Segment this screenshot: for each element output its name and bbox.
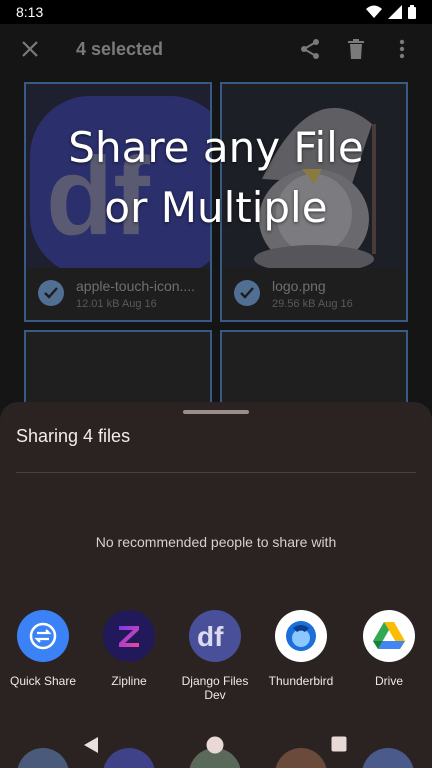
- status-bar: 8:13: [0, 0, 432, 24]
- signal-icon: [388, 5, 402, 19]
- share-target-zipline[interactable]: Zipline: [86, 610, 172, 688]
- quick-share-icon: [17, 610, 69, 662]
- promo-caption-line: Share any File: [68, 123, 364, 172]
- share-icon[interactable]: [296, 35, 324, 63]
- home-icon[interactable]: [206, 736, 224, 759]
- divider: [16, 472, 416, 473]
- recents-icon[interactable]: [331, 736, 347, 757]
- share-target-drive[interactable]: Drive: [346, 610, 432, 688]
- zipline-icon: [103, 610, 155, 662]
- file-info: 29.56 kB Aug 16: [272, 298, 353, 310]
- no-recommendations-text: No recommended people to share with: [95, 534, 337, 550]
- selection-app-bar: 4 selected: [0, 24, 432, 74]
- thunderbird-icon: [275, 610, 327, 662]
- app-label: Quick Share: [9, 674, 77, 688]
- svg-text:df: df: [197, 621, 224, 651]
- file-name: apple-touch-icon....: [76, 278, 196, 294]
- file-meta: logo.png 29.56 kB Aug 16: [222, 268, 406, 320]
- share-target-thunderbird[interactable]: Thunderbird: [258, 610, 344, 688]
- share-sheet: Sharing 4 files No recommended people to…: [0, 402, 432, 768]
- share-target-quick-share[interactable]: Quick Share: [0, 610, 86, 688]
- app-label: Django Files Dev: [181, 674, 249, 702]
- share-target-django-files-dev[interactable]: df Django Files Dev: [172, 610, 258, 702]
- check-icon: [38, 280, 64, 306]
- delete-icon[interactable]: [342, 35, 370, 63]
- app-label: Drive: [374, 674, 403, 688]
- app-label: Zipline: [111, 674, 147, 688]
- selection-count: 4 selected: [76, 38, 164, 59]
- status-icons: [366, 5, 416, 19]
- django-files-icon: df: [189, 610, 241, 662]
- file-info: 12.01 kB Aug 16: [76, 298, 157, 310]
- navigation-bar: [0, 724, 432, 768]
- status-time: 8:13: [16, 4, 44, 20]
- drive-icon: [363, 610, 415, 662]
- file-meta: apple-touch-icon.... 12.01 kB Aug 16: [26, 268, 210, 320]
- share-sheet-title: Sharing 4 files: [16, 426, 131, 446]
- promo-caption: Share any File or Multiple: [0, 118, 432, 238]
- file-name: logo.png: [272, 278, 326, 294]
- battery-icon: [408, 5, 416, 19]
- wifi-icon: [366, 5, 382, 18]
- close-icon[interactable]: [16, 35, 44, 63]
- check-icon: [234, 280, 260, 306]
- app-label: Thunderbird: [268, 674, 334, 688]
- back-icon[interactable]: [83, 736, 99, 759]
- promo-caption-line: or Multiple: [104, 183, 328, 232]
- drag-handle[interactable]: [183, 410, 249, 414]
- more-options-icon[interactable]: [388, 35, 416, 63]
